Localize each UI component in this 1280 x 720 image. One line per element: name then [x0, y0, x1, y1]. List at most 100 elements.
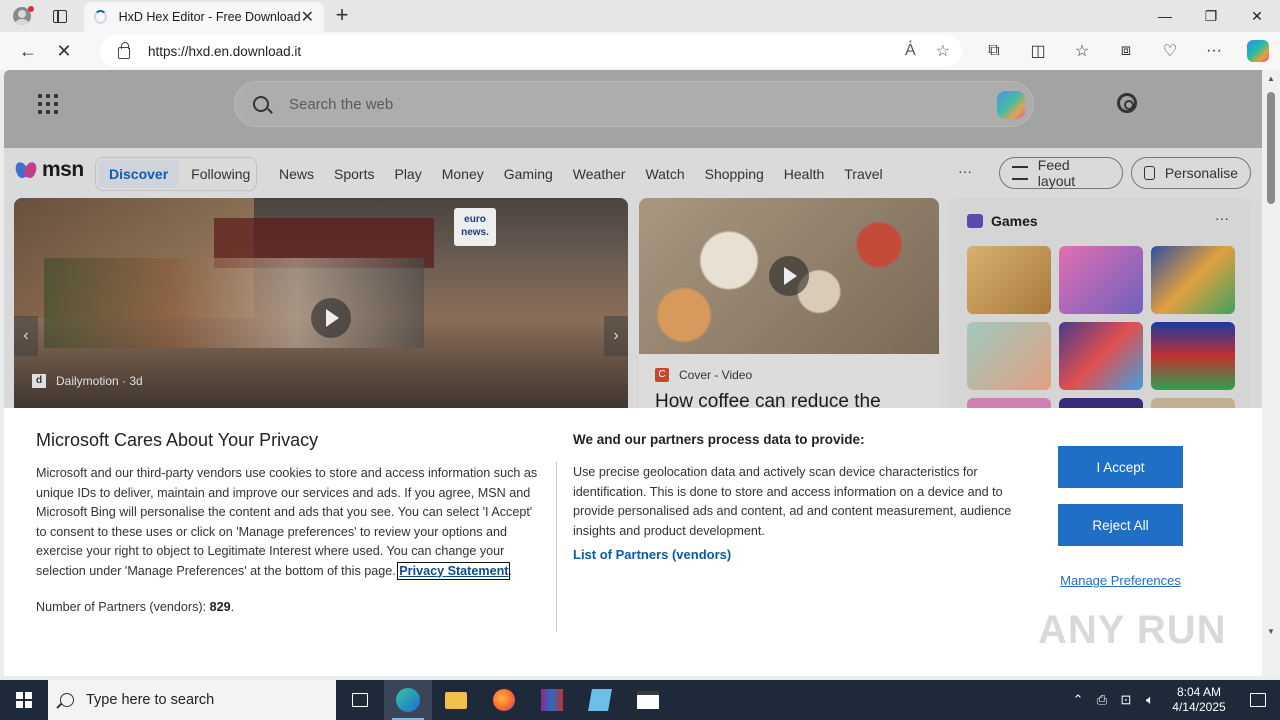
reject-all-button[interactable]: Reject All	[1058, 504, 1183, 546]
web-search-box[interactable]: Search the web	[234, 81, 1034, 127]
copilot-search-icon[interactable]	[997, 91, 1025, 119]
stop-loading-button[interactable]: ✕	[46, 35, 82, 67]
list-of-partners-link[interactable]: List of Partners (vendors)	[573, 547, 731, 562]
nav-play[interactable]: Play	[384, 166, 431, 182]
taskbar-search-box[interactable]: Type here to search	[48, 680, 336, 720]
read-aloud-icon[interactable]: A᷾	[905, 42, 916, 60]
split-screen-icon[interactable]: ◫	[1016, 32, 1060, 70]
personalise-button[interactable]: Personalise	[1131, 157, 1251, 189]
settings-gear-icon[interactable]	[1117, 93, 1137, 113]
volume-icon[interactable]: 🔈︎	[1138, 692, 1162, 708]
card-source: C Cover - Video	[655, 368, 752, 382]
url-text[interactable]: https://hxd.en.download.it	[148, 44, 301, 59]
carousel-next-icon[interactable]: ›	[604, 316, 628, 356]
browser-toolbar: ⧉ ◫ ☆ ⧈ ♡ ···	[972, 32, 1280, 70]
scroll-up-icon[interactable]: ▲	[1267, 74, 1275, 83]
nav-more-button[interactable]: ···	[958, 163, 972, 179]
taskbar-file-explorer[interactable]	[432, 680, 480, 720]
carousel-prev-icon[interactable]: ‹	[14, 316, 38, 356]
taskbar-clock[interactable]: 8:04 AM 4/14/2025	[1162, 685, 1236, 715]
lock-icon[interactable]	[118, 42, 130, 59]
msn-logo-text: msn	[42, 158, 84, 181]
favorite-star-icon[interactable]: ☆	[936, 41, 950, 61]
nav-weather[interactable]: Weather	[563, 166, 636, 182]
new-tab-button[interactable]: +	[330, 4, 354, 28]
dialog-body-text: Microsoft and our third-party vendors us…	[36, 466, 538, 578]
game-tile[interactable]	[967, 322, 1051, 390]
address-toolbar: ← ✕ https://hxd.en.download.it A᷾ ☆ ⧉ ◫ …	[0, 32, 1280, 70]
taskbar-notepad[interactable]	[576, 680, 624, 720]
taskbar-firefox[interactable]	[480, 680, 528, 720]
tab-actions-icon	[53, 9, 67, 23]
nav-news[interactable]: News	[269, 166, 324, 182]
feed-segment: Discover Following	[95, 157, 257, 191]
game-tile[interactable]	[1151, 322, 1235, 390]
nav-shopping[interactable]: Shopping	[695, 166, 774, 182]
card-source: d Dailymotion · 3d	[32, 374, 143, 388]
restore-button[interactable]: ❐	[1188, 0, 1234, 32]
tab-following[interactable]: Following	[179, 160, 262, 188]
active-tab[interactable]: HxD Hex Editor - Free Download ✕	[84, 2, 324, 32]
tab-actions-button[interactable]	[44, 0, 76, 32]
profile-button[interactable]	[0, 0, 44, 32]
back-button[interactable]: ←	[10, 35, 46, 67]
game-tile[interactable]	[1059, 322, 1143, 390]
task-view-button[interactable]	[336, 680, 384, 720]
manage-preferences-link[interactable]: Manage Preferences	[1058, 573, 1183, 588]
partners-count: Number of Partners (vendors): 829.	[36, 600, 234, 614]
card-image-part	[44, 258, 424, 348]
start-button[interactable]	[0, 680, 48, 720]
network-icon[interactable]: ⊡	[1114, 692, 1138, 708]
video-news-card[interactable]: C Cover - Video How coffee can reduce th…	[639, 198, 939, 416]
collections-icon[interactable]: ⧈	[1104, 32, 1148, 70]
nav-health[interactable]: Health	[774, 166, 834, 182]
notification-icon	[1250, 693, 1266, 707]
apps-grid-icon[interactable]	[38, 94, 58, 114]
scroll-down-icon[interactable]: ▼	[1267, 627, 1275, 636]
accept-button[interactable]: I Accept	[1058, 446, 1183, 488]
games-more-button[interactable]: ···	[1215, 210, 1229, 226]
msn-logo[interactable]: msn	[13, 158, 84, 182]
scrollbar-thumb[interactable]	[1267, 92, 1275, 204]
nav-sports[interactable]: Sports	[324, 166, 384, 182]
feed-layout-label: Feed layout	[1037, 157, 1076, 189]
favorites-icon[interactable]: ☆	[1060, 32, 1104, 70]
taskbar-winrar[interactable]	[528, 680, 576, 720]
nav-gaming[interactable]: Gaming	[494, 166, 563, 182]
show-hidden-icons-icon[interactable]: ⌃	[1066, 692, 1090, 708]
featured-news-card[interactable]: euro news. ‹ › d Dailymotion · 3d	[14, 198, 628, 416]
game-tile[interactable]	[967, 246, 1051, 314]
system-tray: ⌃ ⎙ ⊡ 🔈︎ 8:04 AM 4/14/2025	[1066, 680, 1280, 720]
game-tile[interactable]	[1151, 246, 1235, 314]
partners-number: 829	[209, 600, 231, 614]
search-placeholder: Search the web	[289, 95, 394, 113]
browser-essentials-icon[interactable]: ♡	[1148, 32, 1192, 70]
nav-watch[interactable]: Watch	[635, 166, 694, 182]
tab-close-icon[interactable]: ✕	[301, 7, 314, 27]
tab-title: HxD Hex Editor - Free Download	[118, 10, 301, 24]
games-header: Games	[967, 213, 1038, 229]
address-bar[interactable]: https://hxd.en.download.it A᷾ ☆	[100, 35, 962, 67]
game-tile[interactable]	[1059, 246, 1143, 314]
extensions-icon[interactable]: ⧉	[972, 32, 1016, 70]
privacy-statement-link[interactable]: Privacy Statement	[397, 561, 511, 580]
settings-more-icon[interactable]: ···	[1192, 32, 1236, 70]
minimize-button[interactable]: —	[1142, 0, 1188, 32]
play-icon[interactable]	[769, 256, 809, 296]
feed-layout-button[interactable]: Feed layout	[999, 157, 1123, 189]
close-window-button[interactable]: ✕	[1234, 0, 1280, 32]
vertical-scrollbar[interactable]: ▲ ▼	[1262, 70, 1280, 676]
tab-discover[interactable]: Discover	[98, 160, 180, 188]
clock-date: 4/14/2025	[1172, 700, 1226, 714]
cover-logo-icon: C	[655, 368, 669, 382]
partners-label: Number of Partners (vendors):	[36, 600, 207, 614]
taskbar-app[interactable]	[624, 680, 672, 720]
taskbar-edge[interactable]	[384, 680, 432, 720]
nav-money[interactable]: Money	[432, 166, 494, 182]
notifications-button[interactable]	[1236, 680, 1280, 720]
device-icon[interactable]: ⎙	[1090, 692, 1114, 708]
nav-travel[interactable]: Travel	[834, 166, 892, 182]
taskbar-search-placeholder: Type here to search	[86, 692, 215, 708]
play-icon[interactable]	[311, 298, 351, 338]
copilot-button[interactable]	[1236, 32, 1280, 70]
